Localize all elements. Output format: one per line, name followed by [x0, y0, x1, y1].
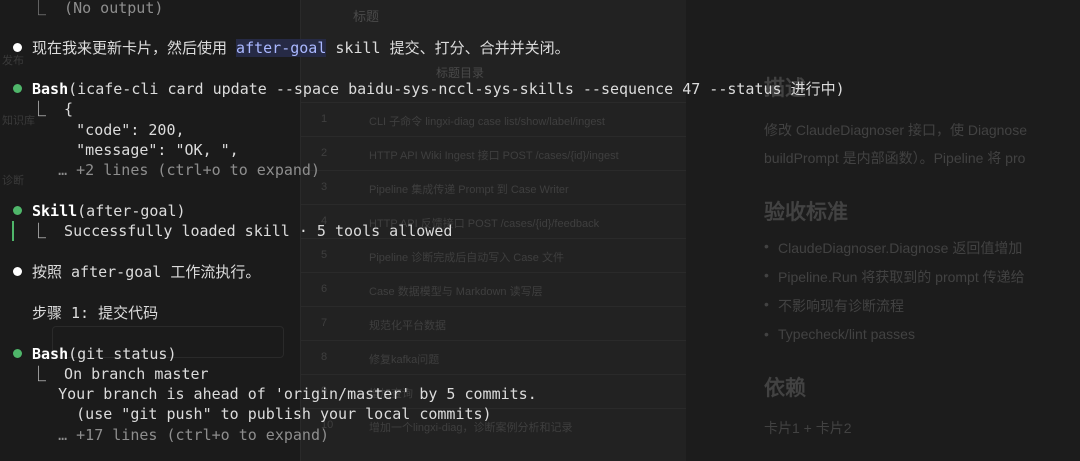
- step-heading: 步骤 1: 提交代码: [32, 304, 159, 322]
- tool-output: Your branch is ahead of 'origin/master' …: [31, 385, 537, 403]
- tool-output: (use "git push" to publish your local co…: [31, 405, 492, 423]
- tool-output: ⎿ Successfully loaded skill · 5 tools al…: [31, 222, 453, 240]
- success-bullet-icon: [13, 349, 22, 358]
- bash-tool-call: Bash(git status): [0, 344, 177, 364]
- expand-hint[interactable]: … +2 lines (ctrl+o to expand): [31, 160, 320, 180]
- tool-output: "code": 200,: [31, 121, 185, 139]
- message-bullet-icon: [13, 267, 22, 276]
- message-bullet-icon: [13, 43, 22, 52]
- expand-hint[interactable]: … +17 lines (ctrl+o to expand): [31, 425, 329, 445]
- bash-tool-call: Bash(icafe-cli card update --space baidu…: [0, 79, 845, 99]
- tool-output: "message": "OK, ",: [31, 141, 239, 159]
- terminal-transcript: ⎿ (No output) 现在我来更新卡片，然后使用 after-goal s…: [0, 0, 1080, 461]
- tool-output: ⎿ On branch master: [31, 365, 209, 383]
- assistant-message: 按照 after-goal 工作流执行。: [0, 262, 260, 282]
- assistant-message: 现在我来更新卡片，然后使用 after-goal skill 提交、打分、合并并…: [0, 38, 570, 58]
- success-bullet-icon: [13, 84, 22, 93]
- selection-bar: [12, 221, 14, 241]
- skill-tool-call: Skill(after-goal): [0, 201, 186, 221]
- success-bullet-icon: [13, 206, 22, 215]
- tool-output: ⎿ {: [31, 100, 74, 118]
- skill-highlight: after-goal: [236, 39, 327, 57]
- previous-output: ⎿ (No output): [31, 0, 164, 17]
